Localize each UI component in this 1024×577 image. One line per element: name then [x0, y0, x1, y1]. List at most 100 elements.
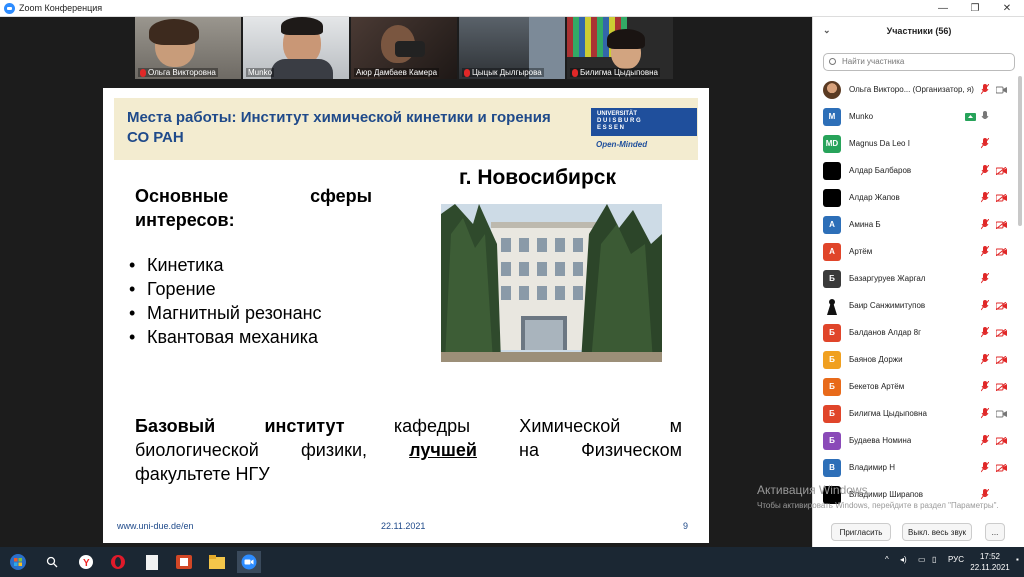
invite-button[interactable]: Пригласить — [831, 523, 891, 541]
video-thumbnail[interactable]: Ольга Викторовна — [135, 17, 241, 79]
minimize-icon[interactable]: — — [927, 0, 959, 17]
participant-row[interactable]: Алдар Балбаров — [813, 157, 1017, 184]
maximize-icon[interactable]: ❐ — [959, 0, 991, 17]
mic-muted-icon[interactable] — [981, 327, 989, 338]
mic-muted-icon[interactable] — [981, 300, 989, 311]
mic-muted-icon[interactable] — [981, 165, 989, 176]
participant-row[interactable]: В Владимир Н — [813, 454, 1017, 481]
camera-icon[interactable] — [996, 86, 1007, 94]
mic-muted-icon[interactable] — [981, 435, 989, 446]
more-button[interactable]: ... — [985, 523, 1005, 541]
interests-list: Кинетика Горение Магнитный резонанс Кван… — [129, 253, 322, 349]
participant-row[interactable]: Б Баянов Доржи — [813, 346, 1017, 373]
participant-name: Базаргуруев Жаргал — [849, 274, 926, 283]
tray-chevron-icon[interactable]: ^ — [885, 555, 889, 564]
mic-muted-icon[interactable] — [981, 408, 989, 419]
language-indicator[interactable]: РУС — [948, 555, 964, 564]
battery-icon[interactable]: ▯ — [932, 555, 936, 564]
participants-list: Ольга Викторо... (Организатор, я) M Munko M… — [813, 76, 1017, 508]
participant-row[interactable]: Ольга Викторо... (Организатор, я) — [813, 76, 1017, 103]
mic-icon[interactable] — [981, 111, 989, 122]
participant-name: Амина Б — [849, 220, 881, 229]
mic-muted-icon[interactable] — [981, 489, 989, 500]
participant-row[interactable]: M Munko — [813, 103, 1017, 130]
participant-row[interactable]: Б Будаева Номина — [813, 427, 1017, 454]
opera-icon[interactable] — [106, 551, 130, 573]
slide-header: Места работы: Институт химической кинети… — [114, 98, 698, 160]
camera-icon[interactable] — [996, 166, 1007, 175]
search-icon — [829, 58, 836, 65]
participant-row[interactable]: Баир Санжимитупов — [813, 292, 1017, 319]
camera-icon[interactable] — [996, 247, 1007, 256]
video-thumbnail[interactable]: Munko — [243, 17, 349, 79]
mic-muted-icon[interactable] — [981, 84, 989, 95]
participant-row[interactable]: Б Билигма Цыдыповна — [813, 400, 1017, 427]
chevron-down-icon[interactable]: ⌄ — [823, 25, 831, 36]
mic-muted-icon[interactable] — [981, 354, 989, 365]
camera-icon[interactable] — [996, 301, 1007, 310]
participant-row[interactable]: А Амина Б — [813, 211, 1017, 238]
list-item: Горение — [129, 277, 322, 301]
camera-icon[interactable] — [965, 112, 976, 121]
avatar: Б — [823, 377, 841, 396]
participant-name: Баир Санжимитупов — [849, 301, 926, 310]
participant-name: Будаева Номина — [849, 436, 912, 445]
camera-icon[interactable] — [996, 436, 1007, 445]
file-icon[interactable] — [140, 551, 164, 573]
file-explorer-icon[interactable] — [205, 551, 229, 573]
list-item: Магнитный резонанс — [129, 301, 322, 325]
participants-scrollbar[interactable] — [1018, 76, 1022, 226]
participant-name: Баянов Доржи — [849, 355, 903, 364]
participant-row[interactable]: Б Балданов Алдар 8г — [813, 319, 1017, 346]
zoom-taskbar-icon[interactable] — [237, 551, 261, 573]
participant-name: Алдар Жапов — [849, 193, 900, 202]
notification-icon[interactable]: ▪ — [1016, 555, 1019, 564]
mic-muted-icon[interactable] — [981, 273, 989, 284]
yandex-browser-icon[interactable]: Y — [74, 551, 98, 573]
camera-icon[interactable] — [996, 355, 1007, 364]
mic-muted-icon[interactable] — [981, 219, 989, 230]
taskbar: Y ^ ◂) ▭ ▯ РУС 17:52 22.11.2021 ▪ — [0, 547, 1024, 577]
mute-all-button[interactable]: Выкл. весь звук — [902, 523, 972, 541]
search-icon[interactable] — [40, 551, 64, 573]
participant-name: Ольга Викторо... (Организатор, я) — [849, 85, 974, 94]
panel-buttons: Пригласить Выкл. весь звук ... — [813, 521, 1024, 543]
avatar — [823, 161, 841, 180]
mic-muted-icon[interactable] — [981, 462, 989, 473]
mic-muted-icon[interactable] — [981, 246, 989, 257]
network-icon[interactable]: ▭ — [918, 555, 926, 564]
camera-icon[interactable] — [996, 410, 1007, 418]
window-title: Zoom Конференция — [19, 3, 103, 13]
camera-icon[interactable] — [996, 193, 1007, 202]
zoom-logo-icon — [4, 2, 15, 14]
participant-name: Артём — [849, 247, 873, 256]
presentation-icon[interactable] — [172, 551, 196, 573]
video-thumbnail[interactable]: Аюр Дамбаев Камера — [351, 17, 457, 79]
avatar: MD — [823, 134, 841, 153]
close-icon[interactable]: ✕ — [991, 0, 1023, 17]
taskbar-clock[interactable]: 17:52 22.11.2021 — [966, 551, 1014, 573]
camera-icon[interactable] — [996, 220, 1007, 229]
mic-muted-icon[interactable] — [981, 138, 989, 149]
participant-row[interactable]: Б Бекетов Артём — [813, 373, 1017, 400]
mic-muted-icon[interactable] — [981, 381, 989, 392]
participant-row[interactable]: А Артём — [813, 238, 1017, 265]
search-participants-input[interactable]: Найти участника — [823, 53, 1015, 71]
interests-heading-line2: интересов: — [135, 210, 235, 230]
participant-row[interactable]: Б Базаргуруев Жаргал — [813, 265, 1017, 292]
participants-title: Участники (56) — [886, 26, 952, 36]
camera-icon[interactable] — [996, 463, 1007, 472]
mic-muted-icon[interactable] — [981, 192, 989, 203]
participant-row[interactable]: Алдар Жапов — [813, 184, 1017, 211]
video-thumbnail[interactable]: Билигма Цыдыповна — [567, 17, 673, 79]
mic-muted-icon — [140, 68, 146, 77]
start-button-icon[interactable] — [6, 551, 30, 573]
camera-icon[interactable] — [996, 328, 1007, 337]
camera-icon[interactable] — [996, 382, 1007, 391]
activation-watermark-title: Активация Windows — [757, 483, 868, 497]
video-thumbnail[interactable]: Цыцык Дылгырова — [459, 17, 565, 79]
participant-row[interactable]: MD Magnus Da Leo I — [813, 130, 1017, 157]
participant-name: Бекетов Артём — [849, 382, 905, 391]
volume-icon[interactable]: ◂) — [900, 555, 907, 564]
list-item: Квантовая механика — [129, 325, 322, 349]
